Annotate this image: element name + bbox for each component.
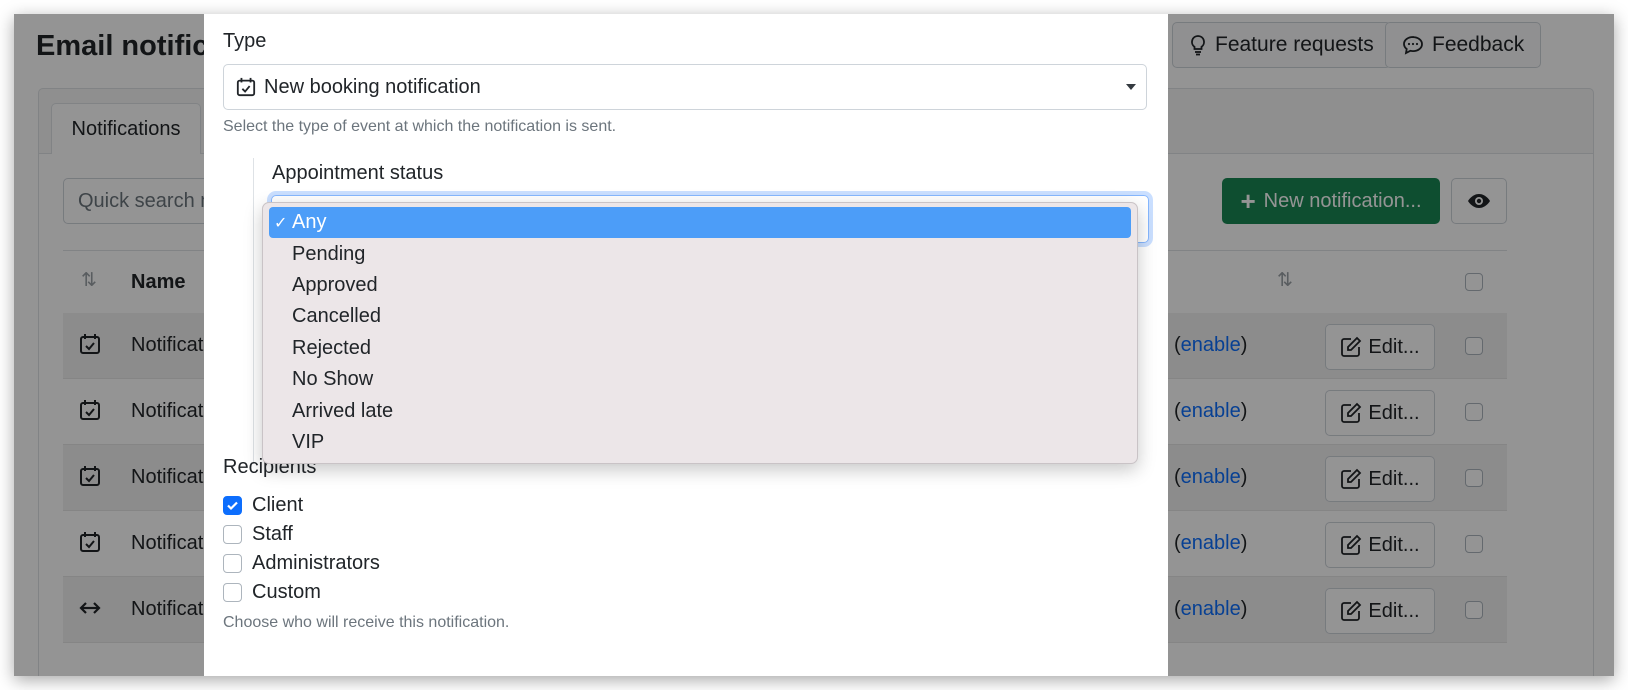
administrators-label: Administrators [252, 552, 380, 574]
status-option-pending[interactable]: Pending [269, 238, 1131, 269]
option-label: No Show [292, 368, 374, 391]
appointment-status-label: Appointment status [272, 162, 444, 184]
type-label: Type [223, 30, 267, 52]
option-label: Pending [292, 242, 366, 265]
appointment-status-dropdown: ✓ Any Pending Approved Cancelled Rejecte… [262, 202, 1138, 464]
recipient-client[interactable]: Client [223, 494, 303, 517]
app-window: Email notificat Feature requests Feedbac… [14, 14, 1614, 676]
staff-label: Staff [252, 523, 293, 545]
check-icon: ✓ [274, 215, 288, 232]
status-option-approved[interactable]: Approved [269, 270, 1131, 301]
custom-label: Custom [252, 581, 321, 603]
administrators-checkbox[interactable] [223, 554, 242, 573]
status-option-vip[interactable]: VIP [269, 427, 1131, 458]
status-option-any[interactable]: ✓ Any [269, 207, 1131, 239]
status-option-arrived-late[interactable]: Arrived late [269, 395, 1131, 426]
option-label: Arrived late [292, 399, 394, 422]
caret-down-icon [1126, 84, 1136, 90]
option-label: Cancelled [292, 305, 381, 328]
status-option-no-show[interactable]: No Show [269, 364, 1131, 395]
status-option-cancelled[interactable]: Cancelled [269, 301, 1131, 332]
type-help-text: Select the type of event at which the no… [223, 118, 617, 135]
type-select[interactable]: New booking notification [223, 64, 1147, 110]
option-label: Approved [292, 273, 378, 296]
status-option-rejected[interactable]: Rejected [269, 333, 1131, 364]
option-label: Rejected [292, 336, 371, 359]
recipient-staff[interactable]: Staff [223, 523, 293, 546]
staff-checkbox[interactable] [223, 525, 242, 544]
option-label: VIP [292, 430, 325, 453]
recipient-administrators[interactable]: Administrators [223, 552, 380, 575]
recipient-custom[interactable]: Custom [223, 581, 321, 604]
client-label: Client [252, 494, 304, 516]
custom-checkbox[interactable] [223, 583, 242, 602]
type-select-value: New booking notification [264, 75, 481, 98]
client-checkbox[interactable] [223, 496, 242, 515]
recipients-help-text: Choose who will receive this notificatio… [223, 614, 510, 631]
indent-divider [253, 158, 254, 464]
option-label: Any [292, 211, 327, 234]
calendar-check-icon [236, 77, 256, 97]
check-icon [227, 501, 238, 511]
